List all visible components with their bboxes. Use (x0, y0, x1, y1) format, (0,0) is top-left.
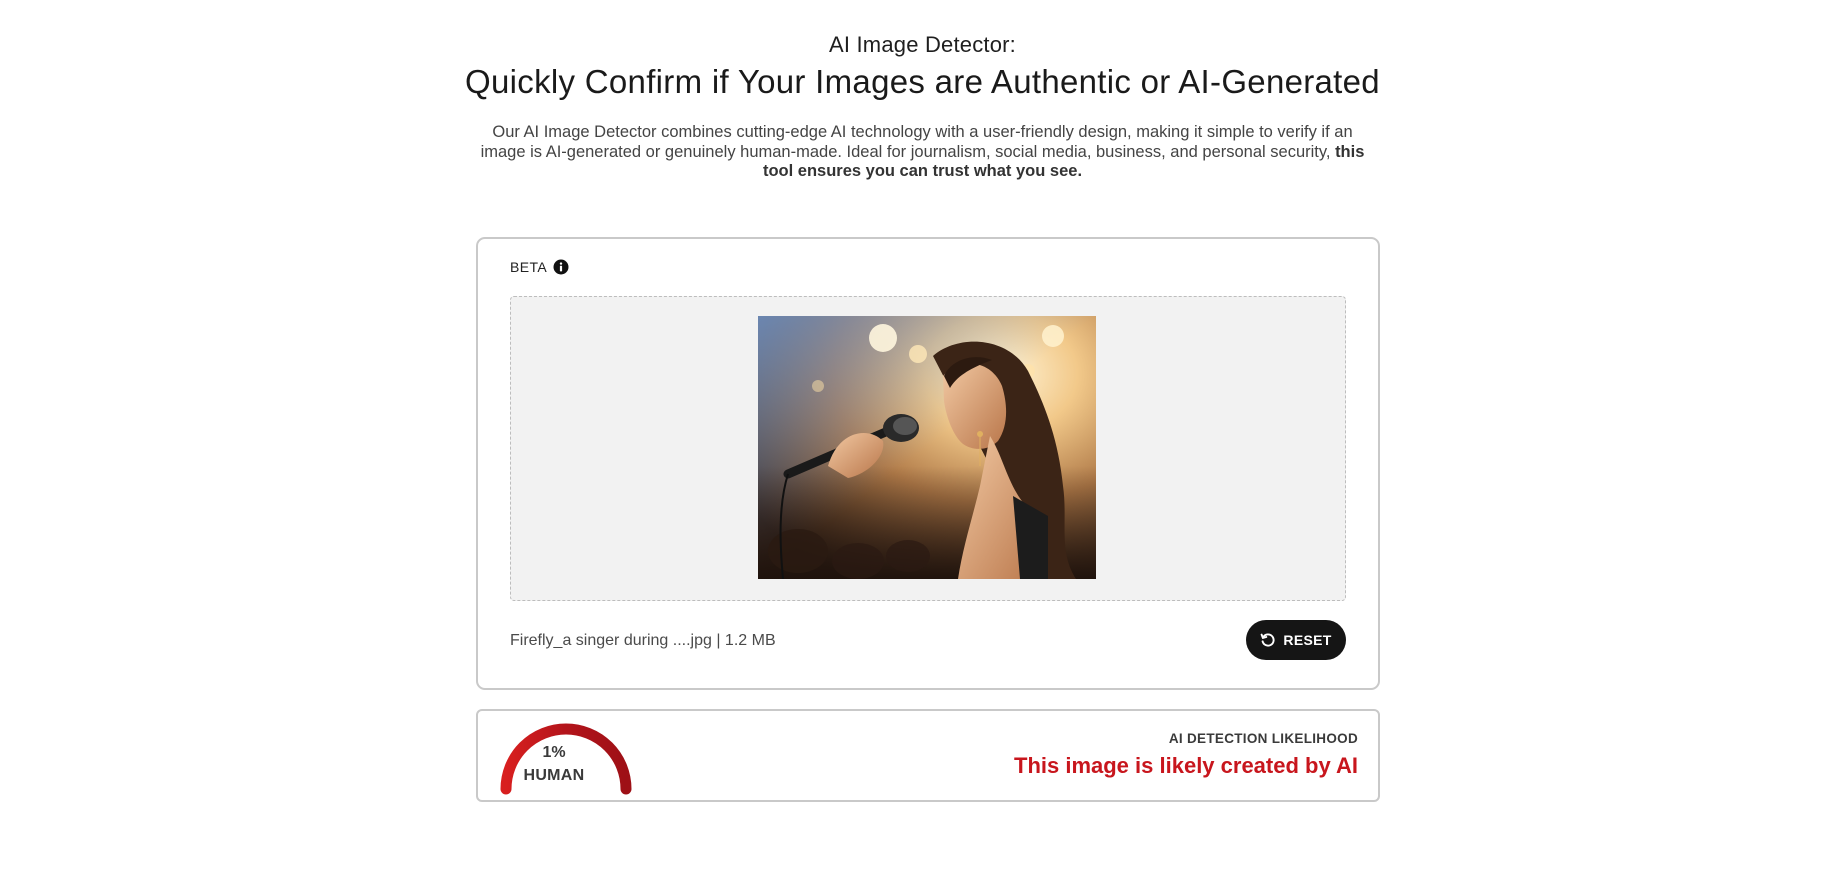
likelihood-label: AI DETECTION LIKELIHOOD (1168, 731, 1358, 746)
page-intro: Our AI Image Detector combines cutting-e… (480, 123, 1365, 182)
reset-icon (1260, 632, 1276, 648)
gauge-percent: 1% (542, 744, 566, 761)
uploaded-image-preview (758, 316, 1096, 579)
page-title: Quickly Confirm if Your Images are Authe… (465, 63, 1380, 100)
intro-text: Our AI Image Detector combines cutting-e… (480, 123, 1353, 161)
info-icon[interactable] (553, 259, 569, 275)
file-info: Firefly_a singer during ....jpg | 1.2 MB (510, 632, 776, 649)
verdict-text: This image is likely created by AI (1014, 753, 1358, 778)
result-panel: 1% HUMAN AI DETECTION LIKELIHOOD This im… (476, 709, 1380, 802)
beta-label: BETA (510, 259, 548, 275)
image-dropzone[interactable] (510, 296, 1346, 601)
gauge-label: HUMAN (523, 767, 585, 784)
upload-card: BETA Firefly_a singer during ....jpg | 1… (476, 237, 1380, 690)
page-eyebrow: AI Image Detector: (828, 32, 1016, 57)
beta-badge: BETA (510, 259, 569, 275)
reset-button-label: RESET (1283, 632, 1332, 648)
reset-button[interactable]: RESET (1246, 620, 1346, 660)
